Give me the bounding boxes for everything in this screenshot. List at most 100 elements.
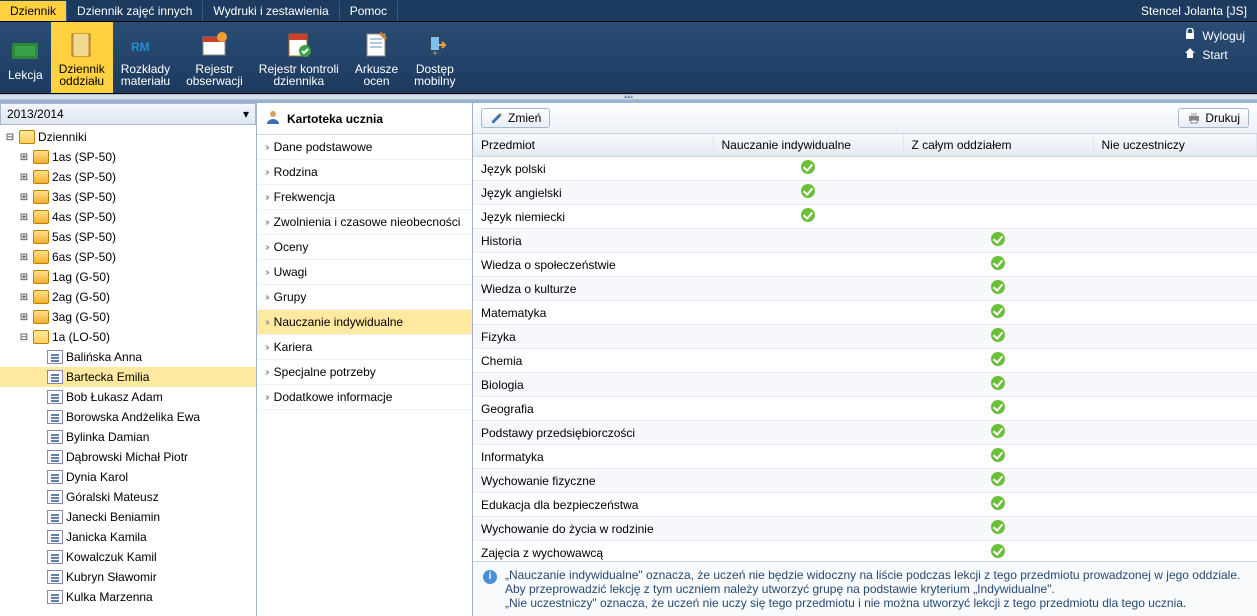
logout-link[interactable]: Wyloguj [1184,28,1245,43]
col-header[interactable]: Nauczanie indywidualne [713,134,903,157]
ribbon-check[interactable]: Rejestr kontrolidziennika [251,22,347,93]
tree-toggle-icon[interactable]: ⊞ [18,172,30,183]
col-header[interactable]: Nie uczestniczy [1093,134,1257,157]
tree-toggle-icon[interactable]: ⊞ [18,312,30,323]
top-tab-3[interactable]: Pomoc [340,1,398,21]
tree-student[interactable]: Borowska Andżelika Ewa [0,407,256,427]
page-icon [47,530,63,544]
subject-cell: Wychowanie fizyczne [473,469,713,493]
status-cell [1093,445,1257,469]
tree-student[interactable]: Góralski Mateusz [0,487,256,507]
col-header[interactable]: Z całym oddziałem [903,134,1093,157]
tree-toggle-icon[interactable]: ⊟ [18,332,30,343]
nav-item-8[interactable]: ››Kariera [257,335,472,360]
tree-toggle-icon[interactable]: ⊞ [18,192,30,203]
table-row[interactable]: Język angielski [473,181,1257,205]
tree-class[interactable]: ⊞3ag (G-50) [0,307,256,327]
tree-student[interactable]: Balińska Anna [0,347,256,367]
ribbon-journal[interactable]: Dziennikoddziału [51,22,113,93]
table-row[interactable]: Edukacja dla bezpieczeństwa [473,493,1257,517]
edit-button[interactable]: Zmień [481,108,550,128]
table-row[interactable]: Geografia [473,397,1257,421]
tree-class-open[interactable]: ⊟1a (LO-50) [0,327,256,347]
tree-toggle-icon[interactable]: ⊞ [18,292,30,303]
tree-toggle-icon[interactable]: ⊞ [18,152,30,163]
tree-toggle-icon[interactable]: ⊞ [18,232,30,243]
tree-student[interactable]: Kubryn Sławomir [0,567,256,587]
check-icon [991,304,1005,318]
year-selector[interactable]: 2013/2014 ▾ [0,103,256,125]
status-cell [903,373,1093,397]
tree-student[interactable]: Kowalczuk Kamil [0,547,256,567]
tree-class[interactable]: ⊞6as (SP-50) [0,247,256,267]
nav-item-5[interactable]: ››Uwagi [257,260,472,285]
calendar-icon [198,29,230,61]
nav-item-7[interactable]: ››Nauczanie indywidualne [257,310,472,335]
check-icon [991,544,1005,558]
tree-root[interactable]: ⊟Dzienniki [0,127,256,147]
ribbon-mobile[interactable]: Dostępmobilny [406,22,463,93]
tree-toggle-icon[interactable]: ⊟ [4,132,16,143]
tree-student[interactable]: Kulka Marzenna [0,587,256,607]
nav-item-4[interactable]: ››Oceny [257,235,472,260]
tree-class[interactable]: ⊞1as (SP-50) [0,147,256,167]
tree-student[interactable]: Janecki Beniamin [0,507,256,527]
top-tab-0[interactable]: Dziennik [0,1,67,21]
check-icon [801,160,815,174]
table-row[interactable]: Podstawy przedsiębiorczości [473,421,1257,445]
tree-student[interactable]: Bartecka Emilia [0,367,256,387]
col-header[interactable]: Przedmiot [473,134,713,157]
top-tab-1[interactable]: Dziennik zajęć innych [67,1,203,21]
nav-item-2[interactable]: ››Frekwencja [257,185,472,210]
tree-student[interactable]: Dynia Karol [0,467,256,487]
ribbon-sheet[interactable]: Arkuszeocen [347,22,406,93]
start-label: Start [1202,48,1227,62]
tree-toggle-icon[interactable]: ⊞ [18,212,30,223]
tree-student[interactable]: Bob Łukasz Adam [0,387,256,407]
chevron-right-icon: ›› [265,342,268,353]
tree-student[interactable]: Janicka Kamila [0,527,256,547]
tree-class[interactable]: ⊞4as (SP-50) [0,207,256,227]
table-row[interactable]: Zajęcia z wychowawcą [473,541,1257,562]
table-row[interactable]: Chemia [473,349,1257,373]
table-row[interactable]: Wiedza o kulturze [473,277,1257,301]
nav-item-10[interactable]: ››Dodatkowe informacje [257,385,472,410]
ribbon-calendar[interactable]: Rejestrobserwacji [178,22,251,93]
ribbon-lesson[interactable]: Lekcja [0,22,51,93]
ribbon-rm[interactable]: RMRozkładymateriału [113,22,178,93]
nav-item-1[interactable]: ››Rodzina [257,160,472,185]
top-tab-2[interactable]: Wydruki i zestawienia [203,1,339,21]
tree-toggle-icon[interactable]: ⊞ [18,272,30,283]
status-cell [903,181,1093,205]
table-row[interactable]: Wiedza o społeczeństwie [473,253,1257,277]
table-row[interactable]: Wychowanie fizyczne [473,469,1257,493]
table-row[interactable]: Język polski [473,157,1257,181]
tree-class[interactable]: ⊞1ag (G-50) [0,267,256,287]
table-row[interactable]: Język niemiecki [473,205,1257,229]
logout-label: Wyloguj [1202,29,1245,43]
status-cell [1093,277,1257,301]
table-row[interactable]: Fizyka [473,325,1257,349]
tree-class[interactable]: ⊞2as (SP-50) [0,167,256,187]
nav-item-6[interactable]: ››Grupy [257,285,472,310]
tree-student[interactable]: Dąbrowski Michał Piotr [0,447,256,467]
start-link[interactable]: Start [1184,47,1245,62]
chevron-right-icon: ›› [265,267,268,278]
nav-item-0[interactable]: ››Dane podstawowe [257,135,472,160]
table-row[interactable]: Biologia [473,373,1257,397]
tree-toggle-icon[interactable]: ⊞ [18,252,30,263]
table-row[interactable]: Matematyka [473,301,1257,325]
nav-item-3[interactable]: ››Zwolnienia i czasowe nieobecności [257,210,472,235]
tree-student[interactable]: Bylinka Damian [0,427,256,447]
tree-class[interactable]: ⊞3as (SP-50) [0,187,256,207]
tree-class[interactable]: ⊞5as (SP-50) [0,227,256,247]
table-row[interactable]: Wychowanie do życia w rodzinie [473,517,1257,541]
check-icon [991,232,1005,246]
nav-item-9[interactable]: ››Specjalne potrzeby [257,360,472,385]
folder-icon [33,170,49,184]
table-row[interactable]: Historia [473,229,1257,253]
student-card-nav: Kartoteka ucznia ››Dane podstawowe››Rodz… [257,103,473,616]
print-button[interactable]: Drukuj [1178,108,1249,128]
table-row[interactable]: Informatyka [473,445,1257,469]
tree-class[interactable]: ⊞2ag (G-50) [0,287,256,307]
